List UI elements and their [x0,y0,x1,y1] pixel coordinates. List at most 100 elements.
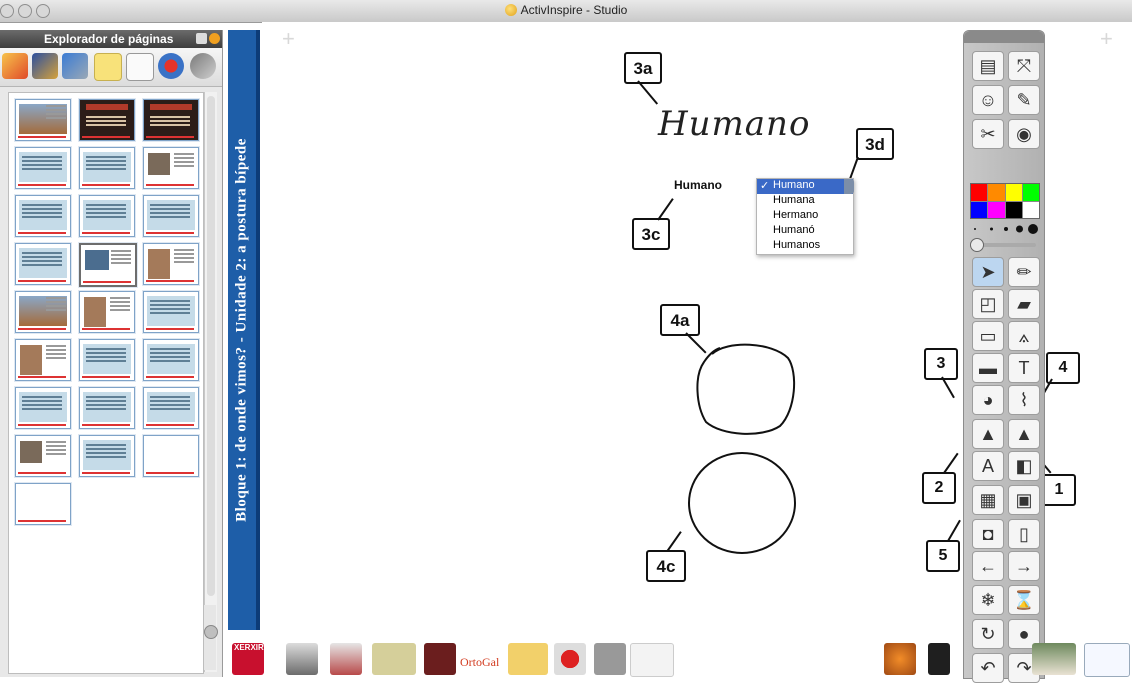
resource-thumbnail[interactable] [928,643,950,675]
thumbnail-zoom-slider[interactable] [204,605,218,670]
page-list-scrollbar[interactable] [204,92,217,672]
designer-mode-tool-button[interactable]: ✎ [1008,85,1040,115]
resource-thumbnail[interactable] [286,643,318,675]
browser-tool-button[interactable]: ◉ [1008,119,1040,149]
text-tool-button[interactable]: T [1008,353,1040,383]
recognition-suggestions-dropdown[interactable]: ✓ Humano Humana Hermano Humanó Humanos [756,178,854,255]
compass-tool-button[interactable]: ⟑ [1008,321,1040,351]
width-dot-icon[interactable] [974,228,976,230]
page-thumbnail[interactable] [143,147,199,189]
panel-pin-icon[interactable] [209,33,220,44]
width-dot-icon[interactable] [1016,225,1023,233]
property-browser-icon[interactable] [126,53,154,81]
color-palette[interactable] [970,183,1040,219]
page-thumbnail[interactable] [79,435,135,477]
resource-thumbnail[interactable] [508,643,548,675]
pen-width-presets[interactable] [970,223,1038,235]
resource-thumbnail[interactable] [594,643,626,675]
profile-tool-button[interactable]: ▤ [972,51,1004,81]
toolbox-header[interactable] [964,31,1044,43]
magic-ink-tool-button[interactable]: ⌇ [1008,385,1040,415]
calculator-tool-button[interactable]: ▦ [972,485,1004,515]
page-thumbnail[interactable] [79,291,135,333]
page-thumbnail[interactable] [143,387,199,429]
resource-thumbnail[interactable] [554,643,586,675]
freehand-circle-shape[interactable] [692,336,802,440]
resource-library-icon[interactable] [32,53,58,79]
page-tool-button[interactable]: ▯ [1008,519,1040,549]
color-swatch[interactable] [1022,201,1039,218]
page-thumbnail[interactable] [15,291,71,333]
page-thumbnail[interactable] [15,147,71,189]
handwritten-word[interactable]: Humano [658,104,810,144]
fill-tool-button[interactable]: ◕ [972,385,1004,415]
shape-to-object-tool-button[interactable]: ◧ [1008,451,1040,481]
hourglass-tool-button[interactable]: ⌛ [1008,585,1040,615]
page-thumbnail[interactable] [79,387,135,429]
color-swatch[interactable] [1005,184,1022,201]
page-thumbnail[interactable] [143,291,199,333]
color-swatch[interactable] [988,184,1005,201]
notes-icon[interactable] [94,53,122,81]
dropdown-arrow-icon[interactable] [844,179,854,194]
eraser-tool-button[interactable]: ▬ [972,353,1004,383]
page-thumbnail[interactable] [79,243,137,287]
resource-thumbnail[interactable] [630,643,674,677]
highlighter-tool-button[interactable]: ▰ [1008,289,1040,319]
actions-icon[interactable] [158,53,184,79]
handwriting-recognition-tool-button[interactable]: ▲ [1008,419,1040,449]
resource-thumbnail[interactable] [330,643,362,675]
color-swatch[interactable] [988,201,1005,218]
camera-tool-button[interactable]: ▣ [1008,485,1040,515]
page-thumbnail[interactable] [79,99,135,141]
resource-thumbnail[interactable]: OrtoGal [458,643,502,675]
next-page-tool-button[interactable]: → [1008,551,1040,581]
scrollbar-thumb[interactable] [207,96,215,596]
pen-width-slider-knob[interactable] [970,238,984,252]
recognized-circle-shape[interactable] [686,450,798,556]
color-swatch[interactable] [1022,184,1039,201]
pen-width-slider[interactable] [970,238,1036,252]
page-thumbnail[interactable] [143,435,199,477]
page-browser-icon[interactable] [2,53,28,79]
resource-thumbnail[interactable] [884,643,916,675]
color-swatch[interactable] [971,201,988,218]
select-tool-button[interactable]: ➤ [972,257,1004,287]
suggestion-option[interactable]: ✓ Humano [757,179,854,194]
suggestion-option[interactable]: Humana [757,194,853,209]
color-swatch[interactable] [1005,201,1022,218]
voting-icon[interactable] [190,53,216,79]
page-thumbnail[interactable] [143,339,199,381]
converted-text[interactable]: Humano [674,178,722,192]
page-thumbnail[interactable] [143,195,199,237]
zoom-slider-knob[interactable] [204,625,218,639]
panel-menu-icon[interactable] [196,33,207,44]
handwriting-to-text-tool-button[interactable]: A [972,451,1004,481]
page-thumbnail[interactable] [143,99,199,141]
page-thumbnail[interactable] [15,195,71,237]
previous-page-tool-button[interactable]: ← [972,551,1004,581]
page-thumbnail[interactable] [15,435,71,477]
resource-thumbnail[interactable] [1084,643,1130,677]
page-thumbnail[interactable] [15,483,71,525]
page-thumbnail[interactable] [143,243,199,285]
fullscreen-tool-button[interactable]: ⤧ [1008,51,1040,81]
spotlight-tool-button[interactable]: ◘ [972,519,1004,549]
page-thumbnail[interactable] [15,243,71,285]
page-thumbnail[interactable] [79,195,135,237]
ruler-tool-button[interactable]: ▭ [972,321,1004,351]
page-thumbnail[interactable] [79,339,135,381]
resource-thumbnail[interactable] [1032,643,1076,675]
width-dot-icon[interactable] [1028,224,1038,234]
page-thumbnail[interactable] [15,99,71,141]
width-dot-icon[interactable] [1004,227,1008,231]
suggestion-option[interactable]: Hermano [757,209,853,224]
resource-thumbnail[interactable]: XERXIR [232,643,264,675]
page-thumbnail[interactable] [15,387,71,429]
color-swatch[interactable] [971,184,988,201]
screen-keyboard-tool-button[interactable]: ❄ [972,585,1004,615]
page-thumbnail[interactable] [79,147,135,189]
pen-tool-button[interactable]: ✏ [1008,257,1040,287]
resource-thumbnail[interactable] [372,643,416,675]
suggestion-option[interactable]: Humanos [757,239,853,254]
